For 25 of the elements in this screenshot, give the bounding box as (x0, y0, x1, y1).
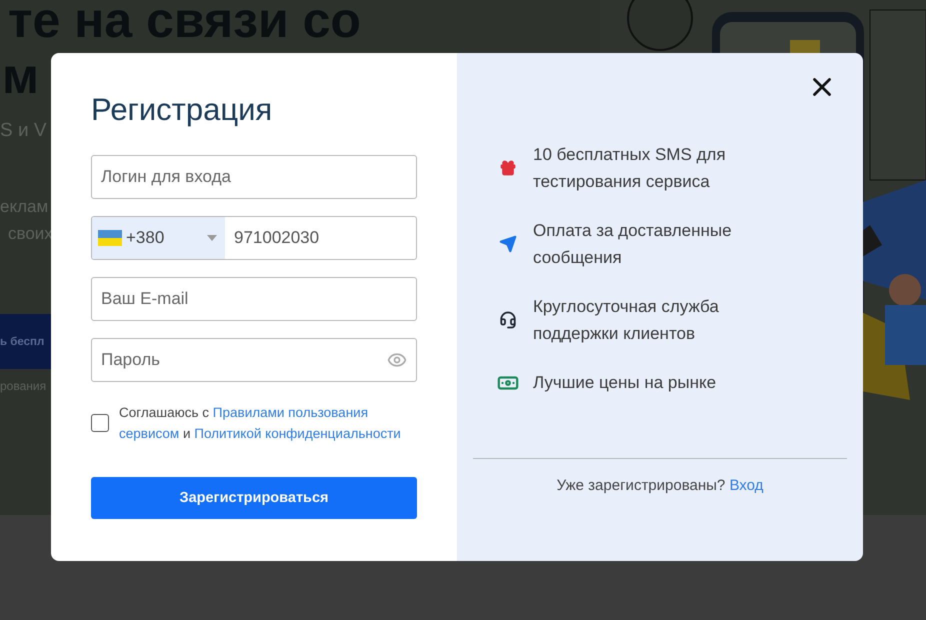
phone-input[interactable]: 971002030 (225, 217, 416, 259)
login-link[interactable]: Вход (729, 477, 764, 494)
paper-plane-icon (499, 235, 517, 253)
input-field[interactable]: Логин для входа (91, 155, 417, 199)
country-select[interactable]: +380 (92, 217, 225, 259)
login-prompt: Уже зарегистрированы? Вход (556, 477, 764, 494)
benefit-text: Оплата за доставленные сообщения (533, 220, 733, 269)
gift-icon (499, 159, 517, 177)
terms-link[interactable]: сервисом (119, 426, 180, 441)
agreement-text: Соглашаюсь с Правилами пользования сервисом и Политикой конфиденциальности (119, 404, 402, 443)
page-button[interactable]: ь беспл (0, 314, 51, 369)
password-field[interactable]: Пароль (91, 338, 417, 382)
register-button[interactable]: Зарегистрироваться (91, 477, 417, 519)
benefit-text: Круглосуточная служба поддержки клиентов (533, 296, 720, 345)
dialog-title: Регистрация (91, 91, 272, 129)
terms-link[interactable]: Политикой конфиденциальности (194, 426, 401, 441)
agree-checkbox[interactable] (91, 414, 109, 432)
terms-link[interactable]: Правилами пользования (212, 405, 368, 420)
caret-icon (207, 235, 217, 241)
phone-field[interactable]: +380 971002030 (91, 216, 417, 260)
benefit-text: Лучшие цены на рынке (533, 372, 718, 394)
benefit-text: 10 бесплатных SMS для тестирования сервиса (533, 144, 727, 193)
flag-icon (98, 230, 122, 246)
headset-icon (499, 311, 517, 329)
input-field[interactable]: Ваш E-mail (91, 277, 417, 321)
